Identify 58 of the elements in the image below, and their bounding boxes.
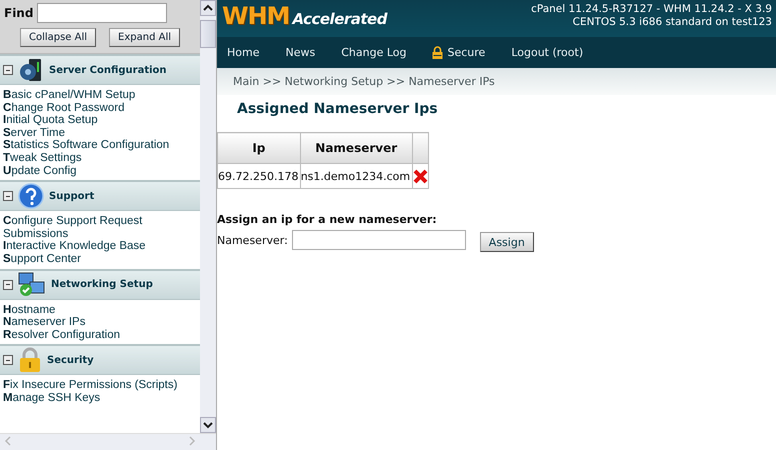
collapse-toggle[interactable] [3,65,13,75]
padlock-icon [18,347,42,374]
vertical-scrollbar[interactable] [200,0,216,433]
section-header[interactable]: Support [0,180,200,212]
section-title: Support [49,190,94,202]
sidebar-link[interactable]: Resolver Configuration [3,328,183,342]
find-label: Find [4,6,34,20]
section-title: Server Configuration [49,64,167,76]
help-icon [18,183,44,210]
scroll-up-icon[interactable] [200,0,216,16]
collapse-toggle[interactable] [3,191,13,202]
scroll-thumb[interactable] [200,20,216,48]
collapse-toggle[interactable] [3,355,13,366]
sidebar-link[interactable]: Nameserver IPs [3,316,183,329]
sidebar-link[interactable]: Fix Insecure Permissions (Scripts) [3,379,183,392]
sidebar-link[interactable]: Update Config [3,164,183,178]
assign-button[interactable]: Assign [480,232,534,252]
table-cell: ns1.demo1234.com [300,164,412,188]
sidebar-link[interactable]: Change Root Password [3,102,183,114]
section-title: Security [47,354,94,366]
scroll-down-icon[interactable] [200,417,216,433]
section-title: Networking Setup [51,279,153,290]
breadcrumb: Main >> Networking Setup >> Nameserver IPs [217,68,776,95]
field-label: Nameserver: [217,234,288,246]
network-computers-icon [18,272,46,298]
sidebar-button[interactable]: Expand All [109,28,180,47]
sidebar-button[interactable]: Collapse All [20,28,96,47]
sidebar-link[interactable]: Tweak Settings [3,152,183,165]
collapse-toggle[interactable] [3,280,13,290]
nav-link[interactable]: Change Log [341,46,406,59]
section-header[interactable]: Server Configuration [0,54,200,85]
nav-link[interactable]: Secure [432,46,486,59]
sidebar-link[interactable]: Interactive Knowledge Base [3,240,183,253]
sidebar-link[interactable]: Statistics Software Configuration [3,139,183,152]
version-info: CENTOS 5.3 i686 standard on test123 [572,16,772,29]
nav-link[interactable]: Logout (root) [511,46,584,59]
nav-link[interactable]: News [285,46,316,59]
sidebar-link[interactable]: Server Time [3,126,183,140]
logo-text: WHM [222,2,290,30]
logo-subtitle: Accelerated [292,10,387,28]
nameserver-field[interactable] [292,230,466,250]
sidebar-link[interactable]: Initial Quota Setup [3,114,183,127]
section-header[interactable]: Networking Setup [0,268,200,300]
sidebar-link[interactable]: Basic cPanel/WHM Setup [3,89,183,102]
table-cell: 69.72.250.178 [218,164,300,188]
section-header[interactable]: Security [0,344,200,376]
padlock-icon [432,46,444,59]
page-title: Assigned Nameserver Ips [237,101,439,117]
column-header: Ip [218,132,300,164]
column-header: Nameserver [300,132,412,164]
sidebar-link[interactable]: Support Center [3,252,183,266]
sidebar-link[interactable]: Manage SSH Keys [3,392,183,404]
sidebar-link[interactable]: Hostname [3,304,183,316]
find-field[interactable] [37,3,168,23]
delete-icon[interactable] [412,168,428,184]
version-info: cPanel 11.24.5-R37127 - WHM 11.24.2 - X 3.9 [531,3,772,16]
form-heading: Assign an ip for a new nameserver: [217,213,438,226]
nav-link[interactable]: Home [227,46,260,59]
